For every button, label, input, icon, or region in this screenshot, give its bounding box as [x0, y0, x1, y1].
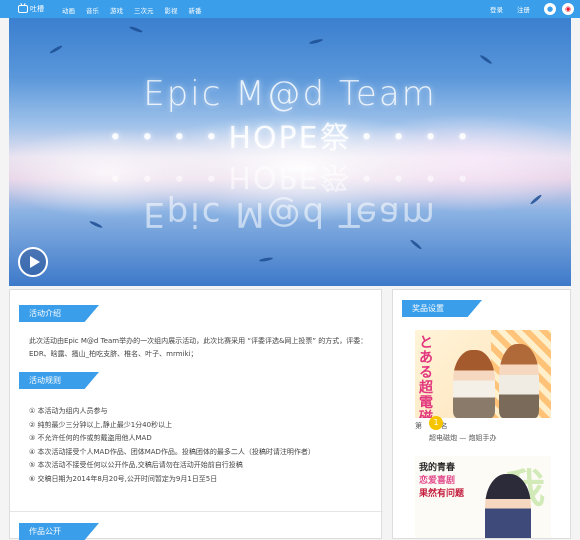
works-heading: 作品公开 — [19, 523, 99, 540]
tv-icon — [18, 5, 28, 13]
site-logo[interactable]: 吐槽 — [18, 3, 44, 15]
nav-item-new[interactable]: 新番 — [189, 5, 202, 15]
prizes-panel: 奖品设置 とある超電磁砲 第 名 超电磁炮 — 炮姐手办 1 我 我的青春 恋爱… — [392, 289, 571, 539]
figure-illustration — [485, 474, 531, 538]
register-link[interactable]: 注册 — [517, 4, 530, 14]
nav-item-3d[interactable]: 三次元 — [134, 5, 154, 15]
tieba-icon[interactable]: ● — [544, 3, 556, 15]
feather-decoration — [49, 44, 63, 55]
rules-list: ① 本活动为组内人员参与 ② 纯剪最少三分钟以上,静止最少1分40秒以上 ③ 不… — [29, 405, 369, 486]
logo-text: 吐槽 — [30, 5, 44, 13]
banner-subtitle: ・・・・HOPE祭・・・・ — [100, 121, 480, 156]
rules-heading: 活动规则 — [19, 372, 99, 389]
section-divider — [10, 511, 383, 512]
banner-title-reflection: Epic M@d Team — [143, 194, 437, 234]
feather-decoration — [128, 25, 144, 34]
figure-illustration — [453, 350, 495, 418]
feather-decoration — [258, 256, 274, 263]
login-link[interactable]: 登录 — [490, 4, 503, 14]
top-navbar: 吐槽 动画 音乐 游戏 三次元 影视 新番 登录 注册 ● ◉ — [0, 0, 580, 18]
nav-item-movie[interactable]: 影视 — [165, 5, 178, 15]
feather-decoration — [308, 38, 324, 45]
prize-2-image[interactable]: 我 我的青春 恋爱喜剧 果然有问题 — [415, 456, 551, 538]
rank-prefix: 第 — [415, 422, 422, 430]
rule-item: ② 纯剪最少三分钟以上,静止最少1分40秒以上 — [29, 420, 173, 429]
prize-2-image-title: 我的青春 恋爱喜剧 果然有问题 — [419, 463, 465, 499]
intro-heading: 活动介绍 — [19, 305, 99, 322]
rule-item: ④ 本次活动接受个人MAD作品、团体MAD作品。投稿团体的最多二人（投稿时请注明… — [29, 447, 315, 456]
prize-1-image[interactable]: とある超電磁砲 — [415, 330, 551, 418]
feather-decoration — [479, 54, 493, 65]
event-details-panel: 活动介绍 此次活动由Epic M@d Team举办的一次组内展示活动，此次比赛采… — [9, 289, 383, 540]
rank-badge: 1 — [429, 416, 443, 430]
category-nav: 动画 音乐 游戏 三次元 影视 新番 — [62, 5, 213, 15]
intro-text: 此次活动由Epic M@d Team举办的一次组内展示活动，此次比赛采用 “评委… — [29, 337, 368, 358]
prizes-heading: 奖品设置 — [402, 300, 482, 317]
nav-item-anime[interactable]: 动画 — [62, 5, 75, 15]
rule-item: ⑥ 交稿日期为2014年8月20号,公开时间暂定为9月1日至5日 — [29, 474, 218, 483]
play-button[interactable] — [18, 247, 48, 277]
nav-item-music[interactable]: 音乐 — [86, 5, 99, 15]
feather-decoration — [409, 238, 423, 251]
rule-item: ⑤ 本次活动不接受任何以公开作品,交稿后请勿在活动开始前自行投稿 — [29, 461, 243, 469]
event-banner: Epic M@d Team ・・・・HOPE祭・・・・ ・・・・HOPE祭・・・… — [9, 18, 571, 286]
nav-item-game[interactable]: 游戏 — [110, 5, 123, 15]
figure-illustration — [499, 344, 539, 418]
rule-item: ① 本活动为组内人员参与 — [29, 407, 108, 415]
banner-title: Epic M@d Team — [143, 74, 437, 114]
prize-1-name: 超电磁炮 — 炮姐手办 — [429, 434, 497, 442]
user-nav: 登录 注册 ● ◉ — [490, 0, 580, 18]
rule-item: ③ 不允许任何的作或剪戴盗用他人MAD — [29, 434, 152, 442]
weibo-icon[interactable]: ◉ — [562, 3, 574, 15]
prize-1-image-title: とある超電磁砲 — [419, 335, 433, 419]
